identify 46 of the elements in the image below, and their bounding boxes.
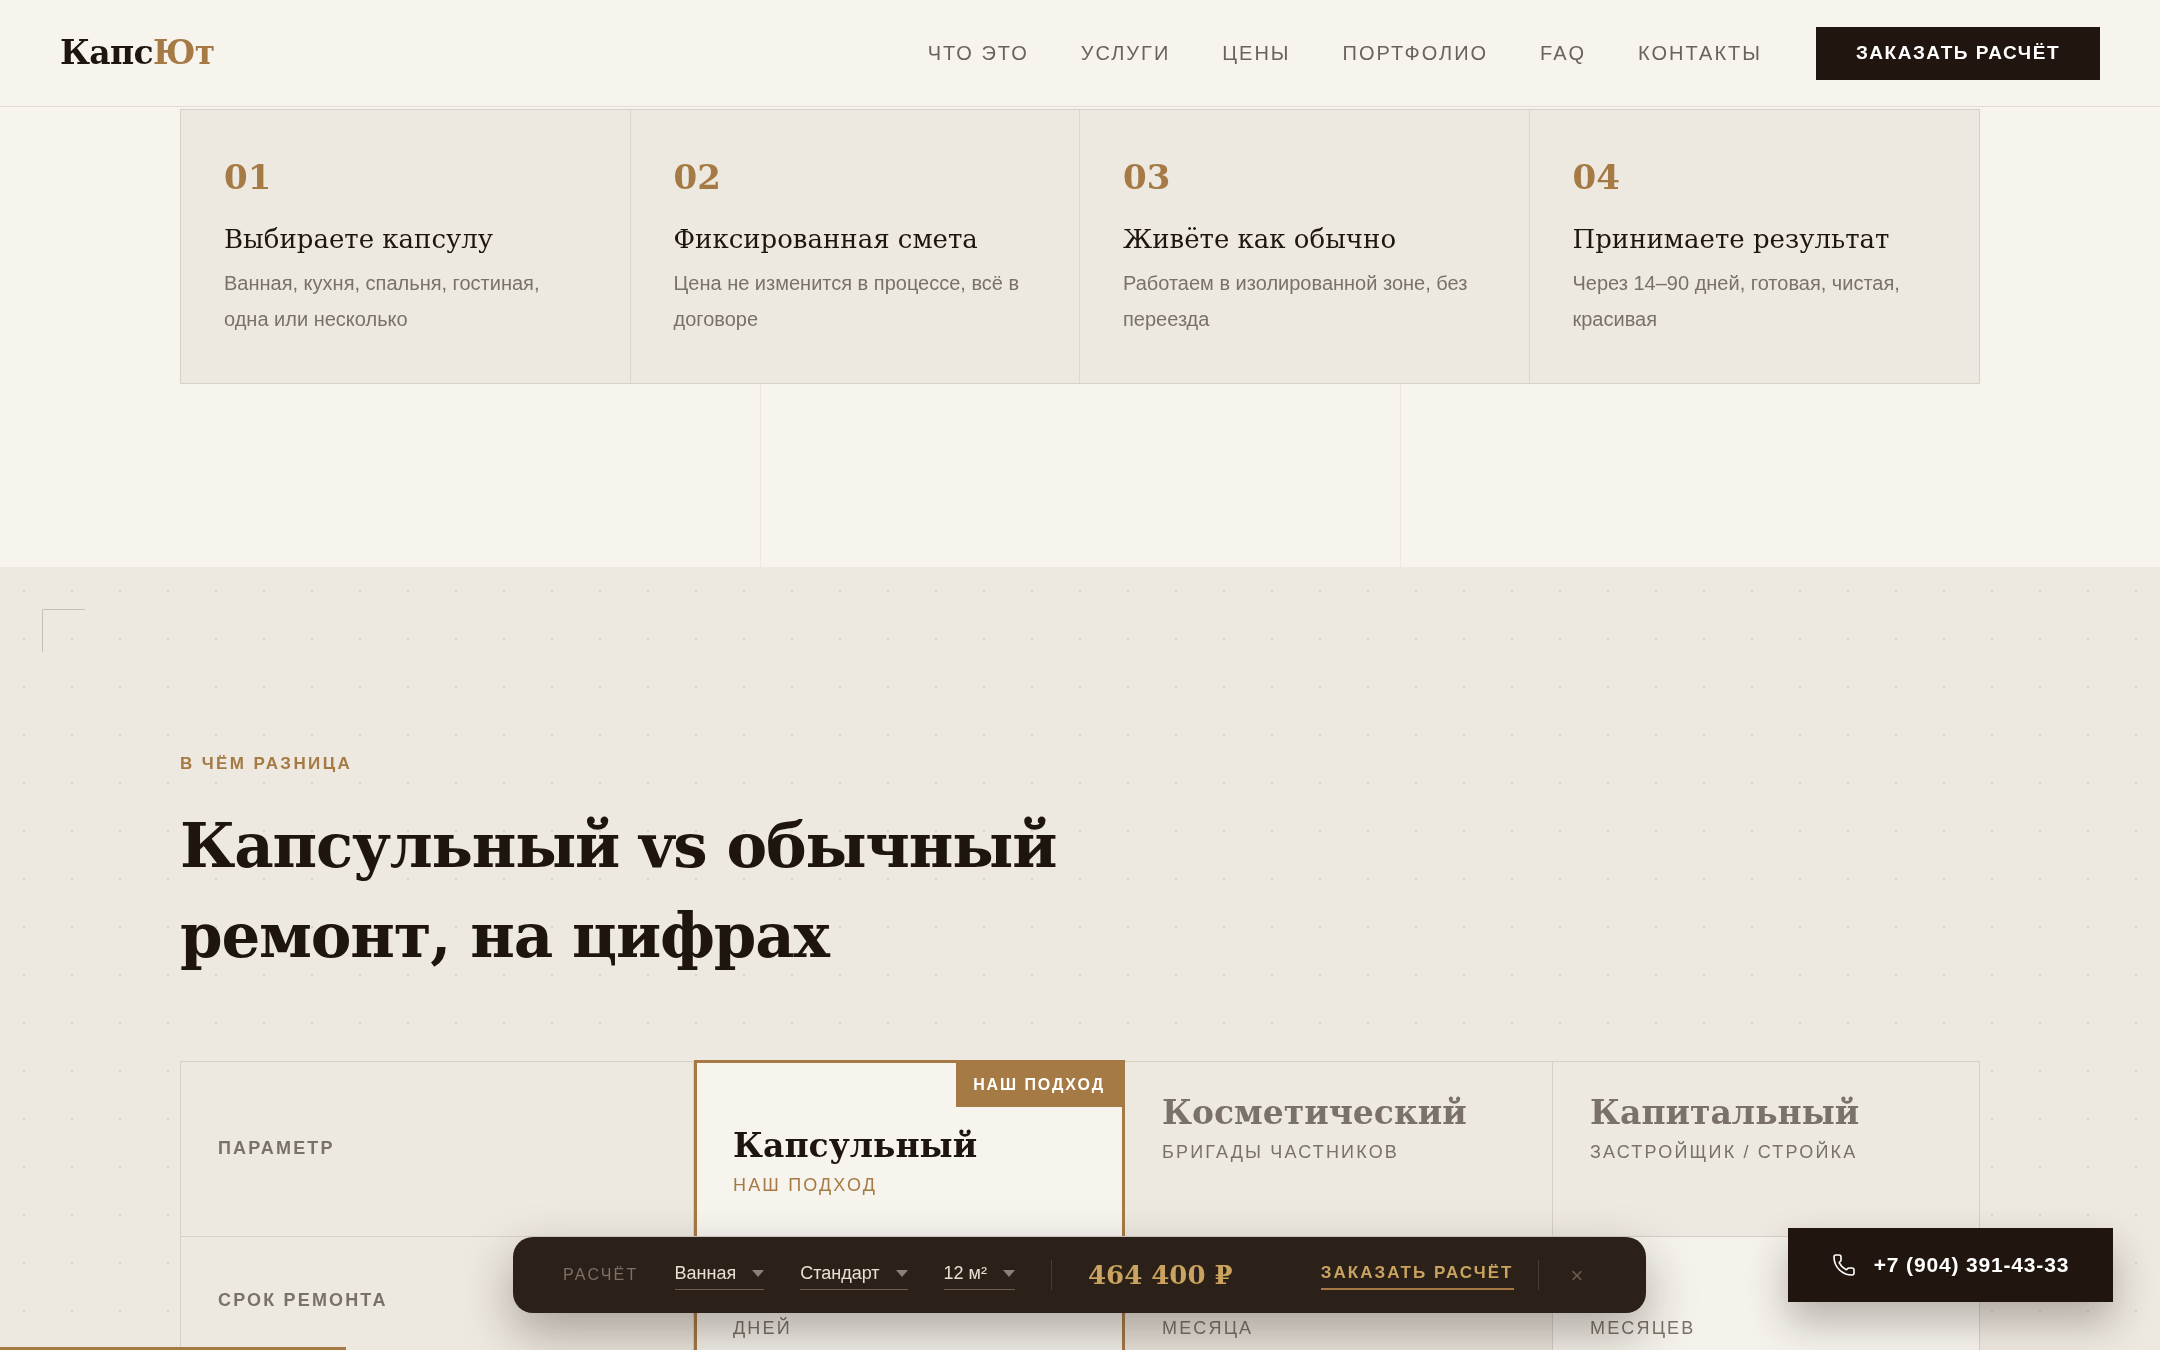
column-title: Капитальный	[1590, 1091, 1861, 1133]
step-description: Ванная, кухня, спальня, гостиная, одна или несколько	[224, 271, 541, 332]
step-title: Принимаете результат	[1572, 223, 1891, 256]
section-title: Капсульный vs обычный ремонт, на цифрах	[180, 808, 1058, 973]
select-field[interactable]: 12 м²	[943, 1260, 1015, 1290]
step-title: Фиксированная смета	[673, 223, 979, 256]
column-title: Косметический	[1162, 1091, 1468, 1133]
nav-link[interactable]: ЦЕНЫ	[1222, 38, 1291, 68]
step-description: Через 14–90 дней, готовая, чистая, красивая	[1572, 271, 1901, 332]
phone-button[interactable]: +7 (904) 391-43-33	[1788, 1228, 2113, 1302]
order-button[interactable]: ЗАКАЗАТЬ РАСЧЁТ	[1816, 26, 2100, 80]
nav-link[interactable]: FAQ	[1540, 38, 1587, 68]
step-number: 02	[673, 160, 722, 194]
column-label: ПАРАМЕТР	[218, 1137, 335, 1160]
step-number: 04	[1572, 160, 1621, 194]
step-description: Цена не изменится в процессе, всё в договоре	[673, 271, 1021, 332]
step-number: 03	[1123, 160, 1172, 194]
table-cell: МЕСЯЦЕВ	[1590, 1317, 1696, 1338]
table-cell: ДНЕЙ	[733, 1317, 792, 1338]
column-subtitle: НАШ ПОДХОД	[733, 1173, 879, 1197]
logo[interactable]: КапсЮт	[60, 28, 215, 78]
nav-link[interactable]: КОНТАКТЫ	[1638, 38, 1762, 68]
select-field[interactable]: Стандарт	[800, 1260, 908, 1290]
calculator-label: РАСЧЁТ	[563, 1265, 639, 1285]
corner-mark-icon	[42, 609, 85, 652]
row-label: СРОК РЕМОНТА	[218, 1289, 388, 1310]
nav-link[interactable]: ЧТО ЭТО	[927, 38, 1029, 68]
step-title: Выбираете капсулу	[224, 223, 495, 256]
column-subtitle: ЗАСТРОЙЩИК / СТРОЙКА	[1590, 1140, 1859, 1164]
section-eyebrow: В ЧЁМ РАЗНИЦА	[180, 753, 354, 775]
price: 464 400 ₽	[1087, 1258, 1233, 1292]
step-description: Работаем в изолированной зоне, без переезда	[1123, 271, 1469, 332]
column-subtitle: БРИГАДЫ ЧАСТНИКОВ	[1162, 1140, 1400, 1164]
caret-icon	[895, 1269, 908, 1278]
order-link[interactable]: ЗАКАЗАТЬ РАСЧЁТ	[1320, 1259, 1514, 1291]
badge: НАШ ПОДХОД	[956, 1062, 1122, 1107]
step-title: Живёте как обычно	[1123, 223, 1398, 256]
caret-icon	[1002, 1269, 1015, 1278]
nav-link[interactable]: УСЛУГИ	[1080, 38, 1171, 68]
caret-icon	[752, 1269, 765, 1278]
select-field[interactable]: Ванная	[674, 1260, 765, 1290]
phone-icon	[1831, 1253, 1856, 1277]
table-cell: МЕСЯЦА	[1162, 1317, 1254, 1338]
step-number: 01	[224, 160, 273, 194]
nav-link[interactable]: ПОРТФОЛИО	[1342, 38, 1489, 68]
column-title: Капсульный	[733, 1124, 979, 1166]
